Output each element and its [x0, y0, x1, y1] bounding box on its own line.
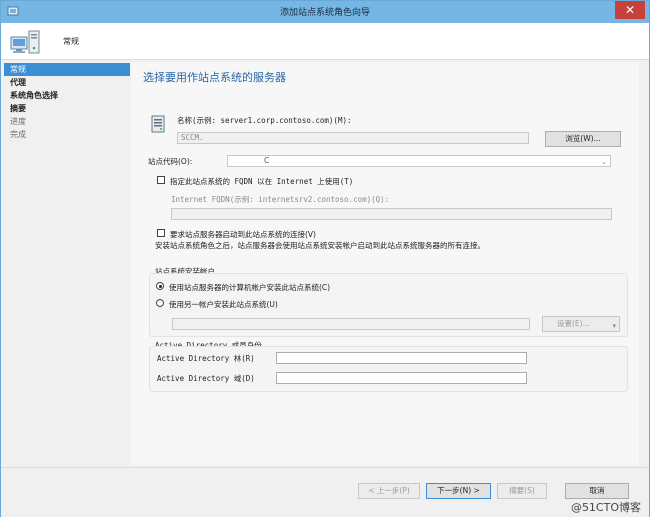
- install-account-group: 使用站点服务器的计算机帐户安装此站点系统(C) 使用另一帐户安装此站点系统(U)…: [149, 273, 628, 337]
- account-input[interactable]: [172, 318, 530, 330]
- internet-fqdn-input[interactable]: [171, 208, 612, 220]
- wizard-window: 添加站点系统角色向导 ✕ 常规 常规 代理 系统角色选择 摘要 进度 完成 选择…: [0, 0, 650, 517]
- step-general[interactable]: 常规: [4, 63, 130, 76]
- ad-forest-input[interactable]: [276, 352, 527, 364]
- chevron-down-icon: ⌄: [601, 158, 607, 166]
- require-connection-note: 安装站点系统角色之后，站点服务器会使用站点系统安装帐户启动到此站点系统服务器的所…: [155, 241, 485, 250]
- fqdn-checkbox-label: 指定此站点系统的 FQDN 以在 Internet 上使用(T): [170, 177, 354, 186]
- radio-computer-account[interactable]: [156, 282, 164, 290]
- ad-forest-label: Active Directory 林(R): [157, 354, 255, 363]
- site-code-label: 站点代码(O):: [148, 157, 193, 166]
- ad-domain-input[interactable]: [276, 372, 527, 384]
- ad-domain-label: Active Directory 域(D): [157, 374, 255, 383]
- fqdn-checkbox[interactable]: [157, 176, 165, 184]
- site-code-value: C: [264, 156, 270, 165]
- wizard-header: 常规: [1, 23, 649, 60]
- server-icon: [151, 115, 165, 133]
- title-bar: 添加站点系统角色向导 ✕: [1, 1, 649, 23]
- step-progress: 进度: [10, 117, 26, 126]
- cancel-button[interactable]: 取消: [565, 483, 629, 499]
- close-button[interactable]: ✕: [615, 1, 645, 19]
- server-name-input[interactable]: SCCM.: [177, 132, 529, 144]
- radio-computer-account-label: 使用站点服务器的计算机帐户安装此站点系统(C): [169, 283, 331, 292]
- radio-other-account[interactable]: [156, 299, 164, 307]
- summary-button[interactable]: 摘要(S): [497, 483, 547, 499]
- browse-button[interactable]: 浏览(W)...: [545, 131, 621, 147]
- watermark: @51CTO博客: [570, 501, 641, 514]
- site-code-select[interactable]: C ⌄: [227, 155, 611, 167]
- radio-other-account-label: 使用另一帐户安装此站点系统(U): [169, 300, 278, 309]
- step-proxy[interactable]: 代理: [4, 76, 130, 89]
- previous-button[interactable]: < 上一步(P): [358, 483, 420, 499]
- page-title: 选择要用作站点系统的服务器: [143, 71, 286, 84]
- internet-fqdn-label: Internet FQDN(示例: internetsrv2.contoso.c…: [171, 195, 390, 204]
- computer-icon: [10, 30, 40, 54]
- server-name-label: 名称(示例: server1.corp.contoso.com)(M):: [177, 116, 352, 125]
- window-title: 添加站点系统角色向导: [279, 8, 370, 18]
- close-icon: ✕: [624, 3, 636, 17]
- main-panel: 选择要用作站点系统的服务器 名称(示例: server1.corp.contos…: [131, 63, 639, 465]
- step-role-selection[interactable]: 系统角色选择: [4, 89, 130, 102]
- step-summary[interactable]: 摘要: [4, 102, 130, 115]
- wizard-footer: < 上一步(P) 下一步(N) > 摘要(S) 取消 @51CTO博客: [1, 467, 649, 517]
- set-account-button[interactable]: 设置(E)... ▾: [542, 316, 620, 332]
- step-completion: 完成: [10, 130, 26, 139]
- next-button[interactable]: 下一步(N) >: [426, 483, 491, 499]
- set-account-label: 设置(E)...: [557, 319, 590, 328]
- require-connection-checkbox[interactable]: [157, 229, 165, 237]
- ad-membership-group: Active Directory 林(R) Active Directory 域…: [149, 346, 628, 392]
- require-connection-label: 要求站点服务器启动到此站点系统的连接(V): [170, 230, 316, 239]
- header-label: 常规: [63, 37, 79, 46]
- wizard-step-list: 常规 代理 系统角色选择 摘要 进度 完成: [4, 63, 130, 465]
- chevron-down-icon: ▾: [612, 322, 616, 330]
